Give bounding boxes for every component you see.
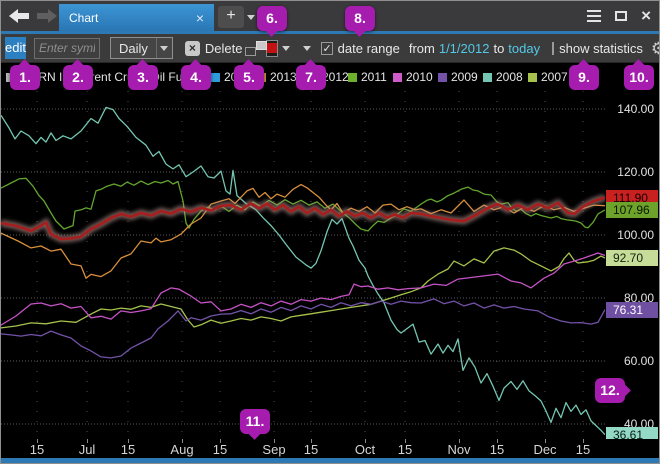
annotation-badge-1: 1. [10,65,40,90]
legend-swatch-icon [348,73,357,82]
line-style-caret-icon[interactable] [303,46,311,51]
delete-x-icon: × [185,41,200,56]
legend-year-label: 2009 [451,70,478,84]
x-axis-label: 15 [490,442,504,457]
annotation-badge-10: 10. [624,65,654,90]
legend-year-label: 2008 [496,70,523,84]
legend-swatch-icon [438,73,447,82]
legend-year-label: 2012 [322,70,349,84]
annotation-badge-6: 6. [257,6,287,31]
x-axis-label: 15 [121,442,135,457]
date-range-checkbox[interactable]: ✓ [321,42,332,55]
x-axis-label: Oct [355,442,375,457]
x-axis-label: Sep [262,442,285,457]
legend-item-2011[interactable]: 2011 [348,63,387,91]
x-axis-label: Aug [170,442,193,457]
color-caret-icon[interactable] [282,46,290,51]
legend-swatch-icon [483,73,492,82]
gear-icon[interactable]: ⚙ [651,40,660,57]
series-line-2007 [1,248,605,328]
x-axis-label: 15 [398,442,412,457]
from-label: from [409,41,435,56]
series-line-2008 [1,107,605,434]
annotation-badge-8: 8. [345,6,375,31]
tab-bar: Chart × + × [1,1,659,31]
series-line-2009 [1,299,605,358]
series-glow [1,198,605,240]
show-statistics-label: show statistics [559,41,643,56]
bottom-accent-bar [1,458,659,463]
legend-swatch-icon [211,73,220,82]
price-tag: 107.96 [606,202,658,218]
annotation-badge-9: 9. [569,65,599,90]
legend-year-label: 2013 [270,70,297,84]
interval-caret-icon[interactable] [156,38,172,58]
color-swatch-button[interactable] [266,40,278,57]
y-axis-label: 60.00 [624,353,654,369]
maximize-icon[interactable] [615,11,627,21]
to-date-link[interactable]: today [508,41,540,56]
annotation-badge-12: 12. [595,378,625,403]
legend-year-label: 2010 [406,70,433,84]
x-axis-label: 15 [576,442,590,457]
legend-item-2009[interactable]: 2009 [438,63,478,91]
edit-button[interactable]: edit [5,37,26,59]
to-label: to [493,41,504,56]
interval-value: Daily [111,41,156,56]
symbol-input[interactable] [34,38,100,59]
app-window: Chart × + × edit Daily × Delete ✓ date r… [0,0,660,464]
y-axis-label: 140.00 [617,101,654,117]
annotation-badge-4: 4. [181,65,211,90]
y-axis-label: 100.00 [617,227,654,243]
show-statistics-checkbox[interactable] [552,42,554,55]
x-axis-label: 15 [213,442,227,457]
close-window-icon[interactable]: × [641,11,651,21]
price-tag: 76.31 [606,302,658,318]
annotation-badge-7: 7. [296,65,326,90]
new-tab-caret-icon[interactable] [247,15,255,20]
legend-swatch-icon [393,73,402,82]
delete-button[interactable]: × Delete [185,41,243,56]
x-axis-label: Jul [79,442,96,457]
interval-dropdown[interactable]: Daily [110,37,173,59]
annotation-badge-5: 5. [234,65,264,90]
x-axis-label: Dec [533,442,556,457]
legend-swatch-icon [528,73,537,82]
legend-row: EB.RN ICE Brent Crude Oil Futures2014201… [1,63,659,91]
annotation-badge-2: 2. [63,65,93,90]
new-tab-button[interactable]: + [218,6,244,28]
plot-canvas[interactable] [1,91,605,439]
chart-area[interactable]: 140.00120.00100.0080.0060.0040.00111.901… [1,91,659,439]
forward-arrow-icon[interactable] [35,8,59,24]
legend-year-label: 2011 [361,70,387,84]
tab-chart[interactable]: Chart × [59,4,214,31]
price-tag: 92.70 [606,250,658,266]
y-axis-label: 120.00 [617,164,654,180]
menu-icon[interactable] [587,7,601,25]
legend-item-2010[interactable]: 2010 [393,63,433,91]
toolbar: edit Daily × Delete ✓ date range from 1/… [1,34,659,63]
legend-year-label: 2007 [541,70,568,84]
close-tab-icon[interactable]: × [196,10,204,26]
back-arrow-icon[interactable] [7,8,31,24]
x-axis-label: 15 [304,442,318,457]
date-range-label: date range [338,41,400,56]
x-axis-label: 15 [30,442,44,457]
tab-chart-label: Chart [69,11,98,25]
delete-label: Delete [205,41,243,56]
x-axis-label: Nov [447,442,470,457]
annotation-badge-11: 11. [240,409,270,434]
annotation-badge-3: 3. [128,65,158,90]
from-date-link[interactable]: 1/1/2012 [439,41,490,56]
legend-item-2008[interactable]: 2008 [483,63,523,91]
legend-item-2007[interactable]: 2007 [528,63,568,91]
x-axis: 15 Jul 15 Aug 15 Sep 15 Oct 15 Nov 15 Dec 15 [1,439,659,458]
